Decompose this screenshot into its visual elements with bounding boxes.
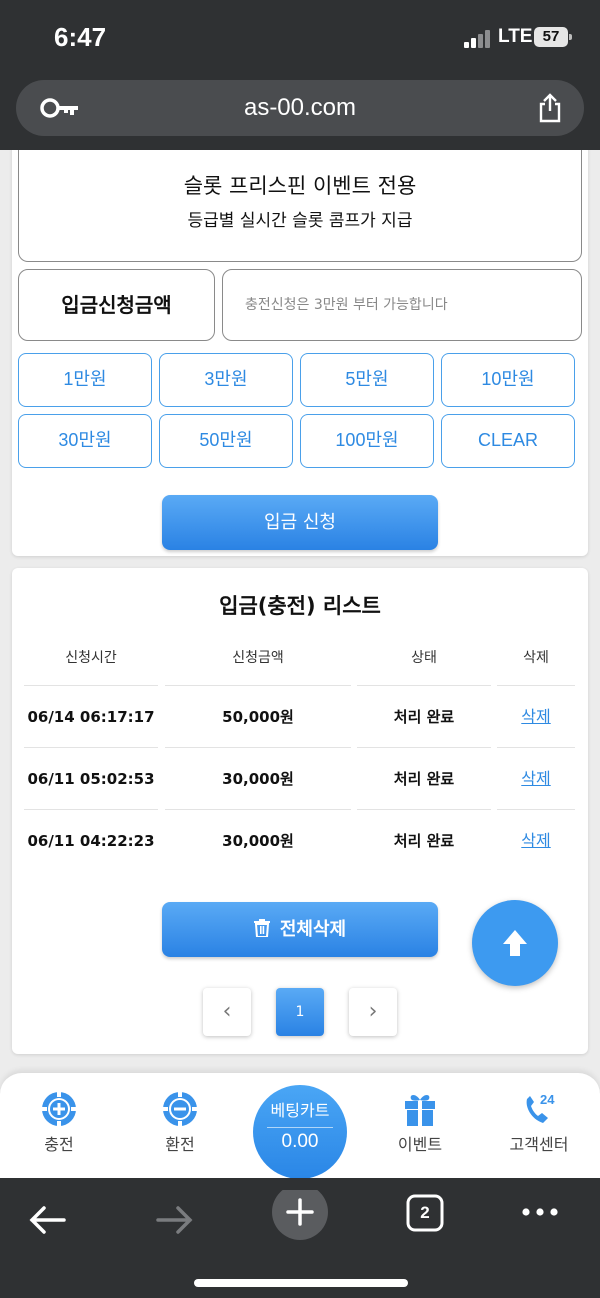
- bet-cart-value: 0.00: [281, 1131, 319, 1152]
- nav-exchange[interactable]: 환전: [130, 1091, 230, 1155]
- row-delete-link[interactable]: 삭제: [497, 686, 575, 748]
- nav-charge[interactable]: 충전: [9, 1091, 109, 1155]
- clear-button[interactable]: CLEAR: [441, 414, 575, 468]
- svg-text:24: 24: [540, 1092, 555, 1107]
- delete-all-button[interactable]: 전체삭제: [162, 902, 438, 957]
- nav-customer-center-label: 고객센터: [509, 1135, 569, 1154]
- deposit-card: 슬롯 프리스핀 이벤트 전용 등급별 실시간 슬롯 콤프가 지급 입금신청금액 …: [12, 150, 588, 556]
- scroll-to-top-button[interactable]: [472, 900, 558, 986]
- nav-event-label: 이벤트: [397, 1135, 443, 1154]
- battery-icon: 57: [534, 27, 572, 47]
- new-tab-icon[interactable]: [270, 1190, 330, 1250]
- amount-button-300k[interactable]: 30만원: [18, 414, 152, 468]
- row-amount: 50,000원: [165, 686, 351, 748]
- back-icon[interactable]: [18, 1190, 78, 1250]
- phone-24-icon: 24: [526, 1092, 555, 1123]
- row-time: 06/11 05:02:53: [24, 748, 158, 810]
- event-subtitle: 등급별 실시간 슬롯 콤프가 지급: [187, 211, 413, 231]
- nav-exchange-label: 환전: [165, 1135, 195, 1154]
- bet-cart-label: 베팅카트: [270, 1101, 330, 1120]
- row-status: 처리 완료: [393, 832, 455, 850]
- amount-button-10k[interactable]: 1만원: [18, 353, 152, 407]
- amount-button-30k[interactable]: 3만원: [159, 353, 293, 407]
- signal-icon: [464, 30, 492, 48]
- tabs-button[interactable]: 2: [396, 1190, 456, 1250]
- address-bar[interactable]: as-00.com: [16, 80, 584, 136]
- amount-button-50k[interactable]: 5만원: [300, 353, 434, 407]
- deposit-submit-button[interactable]: 입금 신청: [162, 495, 438, 550]
- network-type: LTE: [498, 26, 533, 47]
- forward-icon[interactable]: [144, 1190, 204, 1250]
- home-indicator: [194, 1279, 408, 1287]
- row-amount: 30,000원: [222, 832, 294, 850]
- amount-button-1m[interactable]: 100만원: [300, 414, 434, 468]
- row-amount: 30,000원: [165, 748, 351, 810]
- amount-label: 입금신청금액: [18, 269, 215, 341]
- row-time: 06/14 06:17:17: [24, 686, 158, 748]
- status-time: 6:47: [54, 22, 107, 52]
- amount-input[interactable]: [222, 269, 582, 341]
- gift-icon: [405, 1095, 435, 1126]
- header-delete: 삭제: [497, 630, 575, 686]
- share-icon[interactable]: [534, 92, 566, 124]
- tab-count: 2: [420, 1203, 430, 1222]
- header-amount: 신청금액: [165, 630, 351, 686]
- nav-event[interactable]: 이벤트: [370, 1091, 470, 1155]
- row-delete-link[interactable]: 삭제: [497, 748, 575, 810]
- bet-cart-divider: [267, 1127, 333, 1128]
- delete-all-label: 전체삭제: [279, 919, 347, 940]
- trash-icon: [253, 919, 270, 937]
- browser-toolbar: 2: [0, 1178, 600, 1298]
- event-notice: 슬롯 프리스핀 이벤트 전용 등급별 실시간 슬롯 콤프가 지급: [18, 150, 582, 262]
- url-text[interactable]: as-00.com: [16, 94, 584, 122]
- amount-button-500k[interactable]: 50만원: [159, 414, 293, 468]
- bottom-nav: 충전 환전 베팅카트 0.00 이벤트 24 고객센터: [0, 1072, 600, 1179]
- row-status: 처리 완료: [357, 748, 491, 810]
- more-icon[interactable]: [510, 1190, 570, 1250]
- list-title: 입금(충전) 리스트: [219, 594, 381, 618]
- status-bar: 6:47 LTE 57: [0, 0, 600, 76]
- pagination-page-1[interactable]: 1: [276, 988, 324, 1036]
- nav-charge-label: 충전: [44, 1135, 74, 1154]
- chip-plus-icon: [42, 1092, 76, 1126]
- row-status: 처리 완료: [357, 686, 491, 748]
- pagination-next-button[interactable]: ›: [349, 988, 397, 1036]
- battery-level: 57: [542, 28, 560, 45]
- row-time: 06/11 04:22:23: [27, 832, 155, 850]
- event-title: 슬롯 프리스핀 이벤트 전용: [183, 174, 417, 198]
- nav-customer-center[interactable]: 24 고객센터: [489, 1091, 589, 1155]
- header-time: 신청시간: [24, 630, 158, 686]
- pagination-prev-button[interactable]: ‹: [203, 988, 251, 1036]
- chip-minus-icon: [163, 1092, 197, 1126]
- page-content: 슬롯 프리스핀 이벤트 전용 등급별 실시간 슬롯 콤프가 지급 입금신청금액 …: [0, 150, 600, 1070]
- amount-button-100k[interactable]: 10만원: [441, 353, 575, 407]
- arrow-up-icon: [503, 930, 527, 956]
- bet-cart-button[interactable]: 베팅카트 0.00: [253, 1085, 347, 1179]
- row-delete-link[interactable]: 삭제: [497, 810, 575, 872]
- header-status: 상태: [357, 630, 491, 686]
- browser-address-area: as-00.com: [0, 76, 600, 150]
